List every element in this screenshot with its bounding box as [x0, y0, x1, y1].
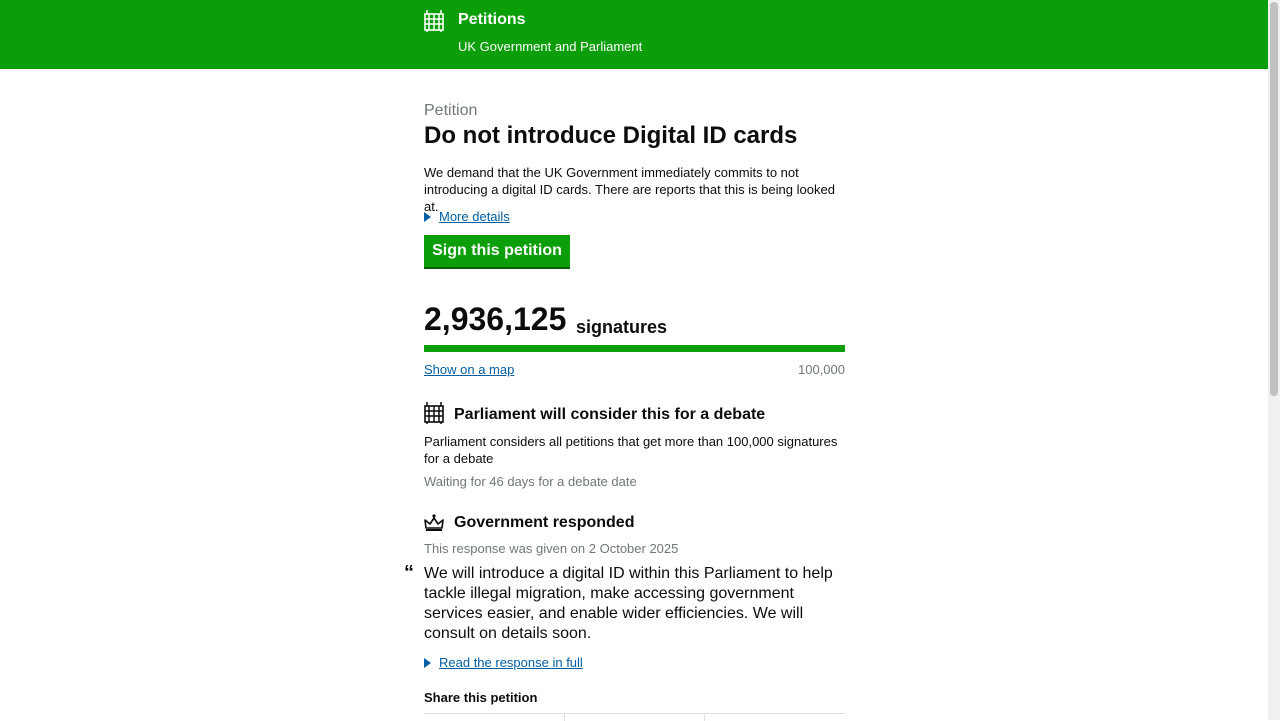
government-response-heading: Government responded	[454, 514, 635, 531]
quote-mark: “	[404, 562, 414, 584]
read-response-link[interactable]: Read the response in full	[439, 655, 583, 670]
signature-threshold: 100,000	[798, 362, 845, 377]
sign-petition-button[interactable]: Sign this petition	[424, 235, 570, 269]
debate-heading: Parliament will consider this for a deba…	[454, 406, 766, 423]
debate-text: Parliament considers all petitions that …	[424, 434, 838, 466]
petition-eyebrow: Petition	[424, 102, 478, 119]
scrollbar-thumb[interactable]	[1270, 2, 1278, 396]
signature-label: signatures	[576, 317, 668, 337]
portcullis-icon[interactable]	[424, 10, 444, 37]
more-details-toggle[interactable]: More details	[424, 209, 510, 224]
crown-icon	[424, 514, 444, 537]
site-title[interactable]: Petitions	[458, 11, 526, 29]
more-details-link[interactable]: More details	[439, 209, 510, 224]
disclosure-triangle-icon	[424, 657, 431, 668]
portcullis-icon	[424, 402, 444, 429]
read-response-toggle[interactable]: Read the response in full	[424, 655, 583, 670]
response-date: This response was given on 2 October 202…	[424, 541, 679, 556]
debate-status: Waiting for 46 days for a debate date	[424, 474, 637, 489]
petition-description: We demand that the UK Government immedia…	[424, 165, 835, 214]
government-response-quote: We will introduce a digital ID within th…	[424, 565, 833, 642]
signature-progress-fill	[424, 345, 845, 352]
share-heading: Share this petition	[424, 690, 538, 705]
show-on-map-link[interactable]: Show on a map	[424, 362, 514, 377]
signature-progress-bar	[424, 345, 845, 352]
site-header: Petitions UK Government and Parliament	[0, 0, 1268, 69]
signature-count: 2,936,125	[424, 301, 567, 337]
site-subtitle: UK Government and Parliament	[458, 39, 643, 54]
disclosure-triangle-icon	[424, 211, 431, 222]
scrollbar[interactable]	[1268, 0, 1280, 720]
page-title: Do not introduce Digital ID cards	[424, 122, 798, 149]
